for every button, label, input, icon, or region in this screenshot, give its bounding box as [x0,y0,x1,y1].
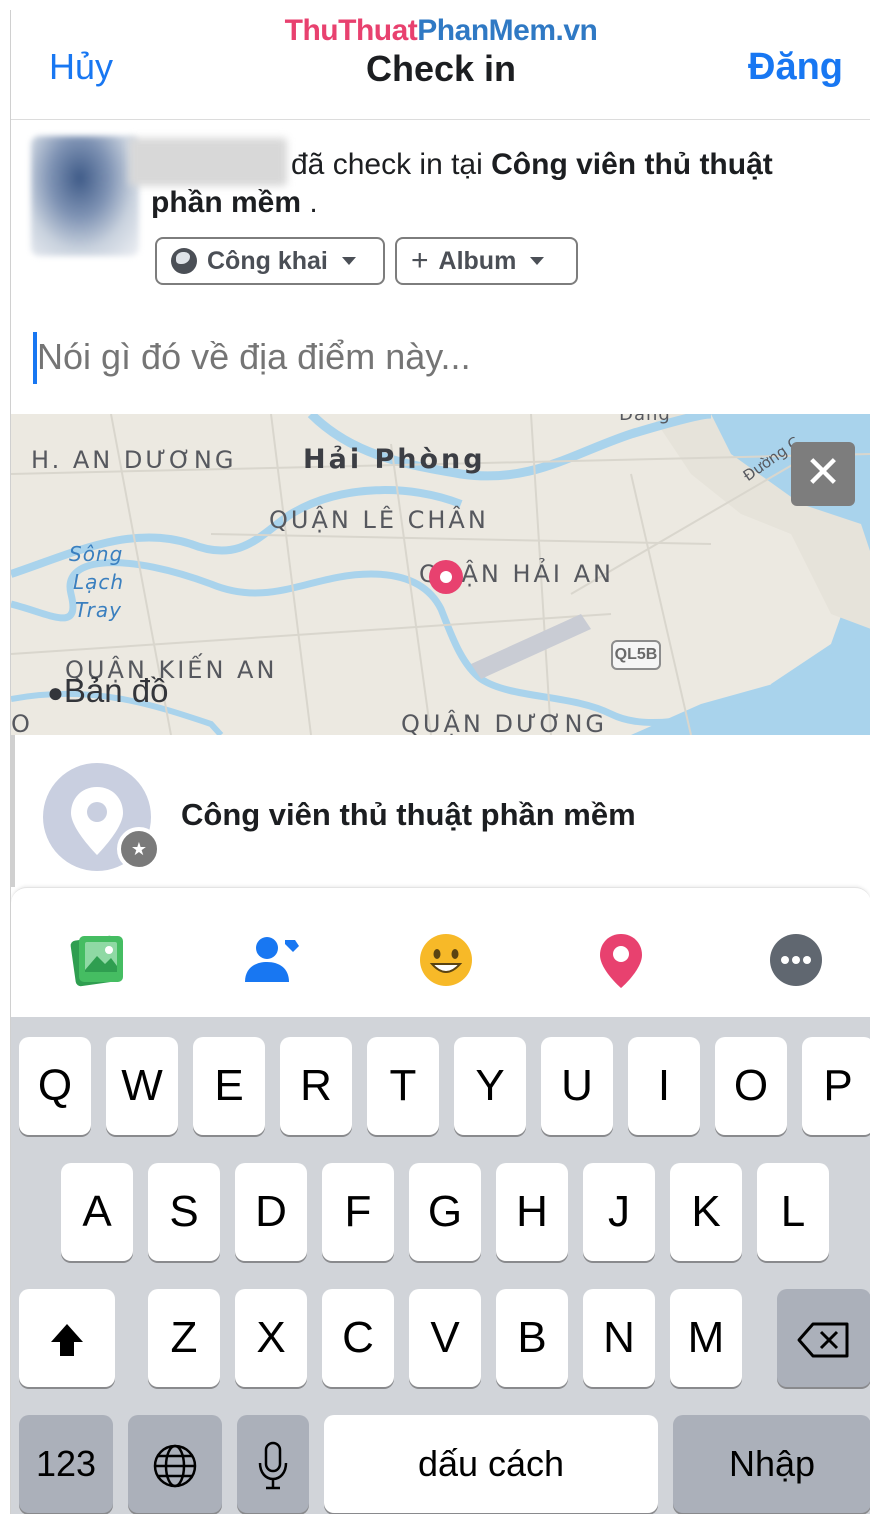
composer-actions [11,887,870,1017]
map-label-lach: Lạch [73,570,125,594]
photo-icon[interactable] [67,930,127,990]
text-cursor [33,332,37,384]
numbers-key[interactable]: 123 [19,1415,113,1513]
space-key[interactable]: dấu cách [324,1415,658,1513]
map-label-an-duong: H. AN DƯƠNG [31,446,237,474]
caret-down-icon [530,257,545,265]
globe-icon [171,248,197,274]
watermark-part-2: PhanMem.vn [417,14,598,47]
key-t[interactable]: T [367,1037,439,1135]
key-j[interactable]: J [583,1163,655,1261]
key-i[interactable]: I [628,1037,700,1135]
key-k[interactable]: K [670,1163,742,1261]
watermark: ThuThuatPhanMem.vn [11,14,870,48]
key-e[interactable]: E [193,1037,265,1135]
place-badge-icon: ★ [117,827,161,871]
key-n[interactable]: N [583,1289,655,1387]
place-name: Công viên thủ thuật phần mềm [181,797,636,832]
shift-icon [51,1324,83,1357]
globe-icon [153,1445,197,1488]
post-button[interactable]: Đăng [748,46,843,89]
caption-input[interactable] [33,332,833,382]
key-c[interactable]: C [322,1289,394,1387]
watermark-part-1: ThuThuat [284,14,418,47]
backspace-icon [797,1322,849,1358]
map-attribution: ●Bản đồ [47,672,169,710]
key-y[interactable]: Y [454,1037,526,1135]
key-z[interactable]: Z [148,1289,220,1387]
album-label: Album [438,246,517,275]
nav-header: ThuThuatPhanMem.vn Hủy Check in Đăng [11,10,870,120]
tag-people-icon[interactable] [241,930,301,990]
key-r[interactable]: R [280,1037,352,1135]
return-key[interactable]: Nhập [673,1415,870,1513]
privacy-selector[interactable]: Công khai [155,237,385,285]
key-o[interactable]: O [715,1037,787,1135]
place-row[interactable]: ★ Công viên thủ thuật phần mềm [11,735,870,887]
map-label-song: Sông [69,542,124,566]
more-icon[interactable] [766,930,826,990]
key-b[interactable]: B [496,1289,568,1387]
map-label-edge: O [11,710,33,735]
status-prefix: đã check in tại [291,148,492,181]
key-d[interactable]: D [235,1163,307,1261]
microphone-icon [258,1442,288,1490]
key-l[interactable]: L [757,1163,829,1261]
backspace-key[interactable] [777,1289,870,1387]
key-h[interactable]: H [496,1163,568,1261]
map-attribution-label: Bản đồ [63,672,169,709]
road-badge: QL5B [611,640,661,670]
key-f[interactable]: F [322,1163,394,1261]
apple-logo-icon: ● [47,677,64,708]
key-u[interactable]: U [541,1037,613,1135]
privacy-label: Công khai [207,246,328,275]
map-label-dang: Đang [619,414,671,425]
map-label-tray: Tray [75,598,122,622]
close-icon[interactable]: ✕ [791,442,855,506]
map-label-duong: QUẬN DƯƠNG [401,710,607,735]
check-in-icon[interactable] [591,930,651,990]
avatar [31,136,139,256]
map-pin-icon [429,560,463,594]
page-title: Check in [365,48,517,89]
check-in-screen: ThuThuatPhanMem.vn Hủy Check in Đăng đã … [10,10,870,1514]
key-m[interactable]: M [670,1289,742,1387]
microphone-key[interactable] [237,1415,309,1513]
key-x[interactable]: X [235,1289,307,1387]
plus-icon: + [411,244,429,277]
caret-down-icon [341,257,356,265]
globe-key[interactable] [128,1415,222,1513]
map-label-hai-phong: Hải Phòng [303,444,486,475]
status-suffix: . [301,186,318,219]
key-a[interactable]: A [61,1163,133,1261]
key-q[interactable]: Q [19,1037,91,1135]
map-label-le-chan: QUẬN LÊ CHÂN [269,506,489,534]
album-selector[interactable]: + Album [395,237,578,285]
key-g[interactable]: G [409,1163,481,1261]
feeling-icon[interactable] [416,930,476,990]
key-v[interactable]: V [409,1289,481,1387]
key-w[interactable]: W [106,1037,178,1135]
status-text: đã check in tại Công viên thủ thuật phần… [151,146,851,222]
key-p[interactable]: P [802,1037,870,1135]
shift-key[interactable] [19,1289,115,1387]
key-s[interactable]: S [148,1163,220,1261]
keyboard: Q W E R T Y U I O P A S D F G H J K L Z … [11,1017,870,1514]
map-preview[interactable]: H. AN DƯƠNG Hải Phòng QUẬN LÊ CHÂN QUẬN … [11,414,870,735]
